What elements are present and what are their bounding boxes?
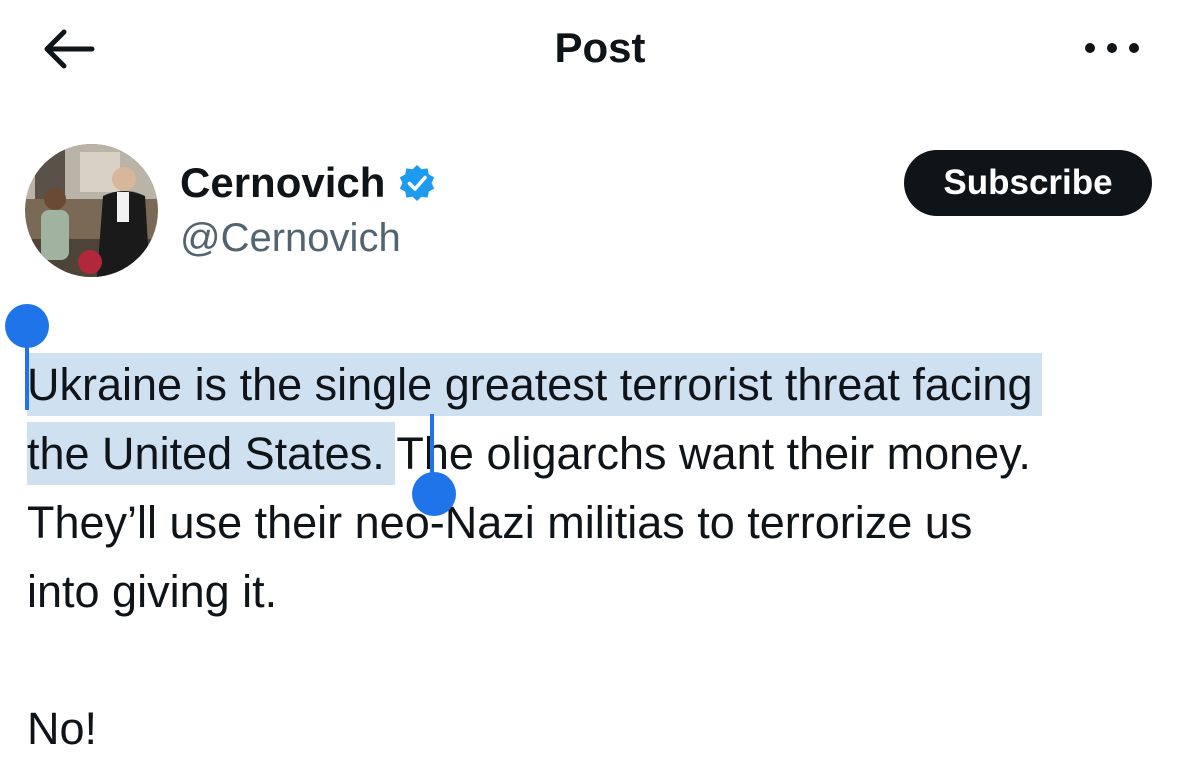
more-options-button[interactable]: [1082, 36, 1142, 60]
post-text-fragment: The oligarchs want their money.: [384, 428, 1031, 479]
subscribe-button[interactable]: Subscribe: [904, 150, 1152, 216]
selected-text: the United States.: [27, 422, 395, 485]
post-closing-line: No!: [27, 703, 98, 754]
author-name[interactable]: Cernovich: [180, 159, 385, 207]
avatar[interactable]: [25, 144, 158, 277]
verified-badge-icon[interactable]: [397, 163, 437, 203]
more-horizontal-icon: [1085, 43, 1139, 53]
post-line-2: the United States. The oligarchs want th…: [27, 419, 1187, 488]
post-line-1: Ukraine is the single greatest terrorist…: [27, 350, 1187, 419]
post-line-4: into giving it.: [27, 566, 278, 617]
page-title: Post: [554, 24, 646, 71]
selection-start-handle[interactable]: [5, 304, 49, 348]
post-text[interactable]: Ukraine is the single greatest terrorist…: [27, 350, 1187, 626]
post-line-3: They’ll use their neo-Nazi militias to t…: [27, 497, 973, 548]
selection-end-handle[interactable]: [412, 472, 456, 516]
author-handle[interactable]: @Cernovich: [180, 216, 401, 261]
author-name-row: Cernovich: [180, 158, 437, 208]
selected-text: Ukraine is the single greatest terrorist…: [27, 353, 1043, 416]
top-bar: Post: [0, 0, 1200, 100]
